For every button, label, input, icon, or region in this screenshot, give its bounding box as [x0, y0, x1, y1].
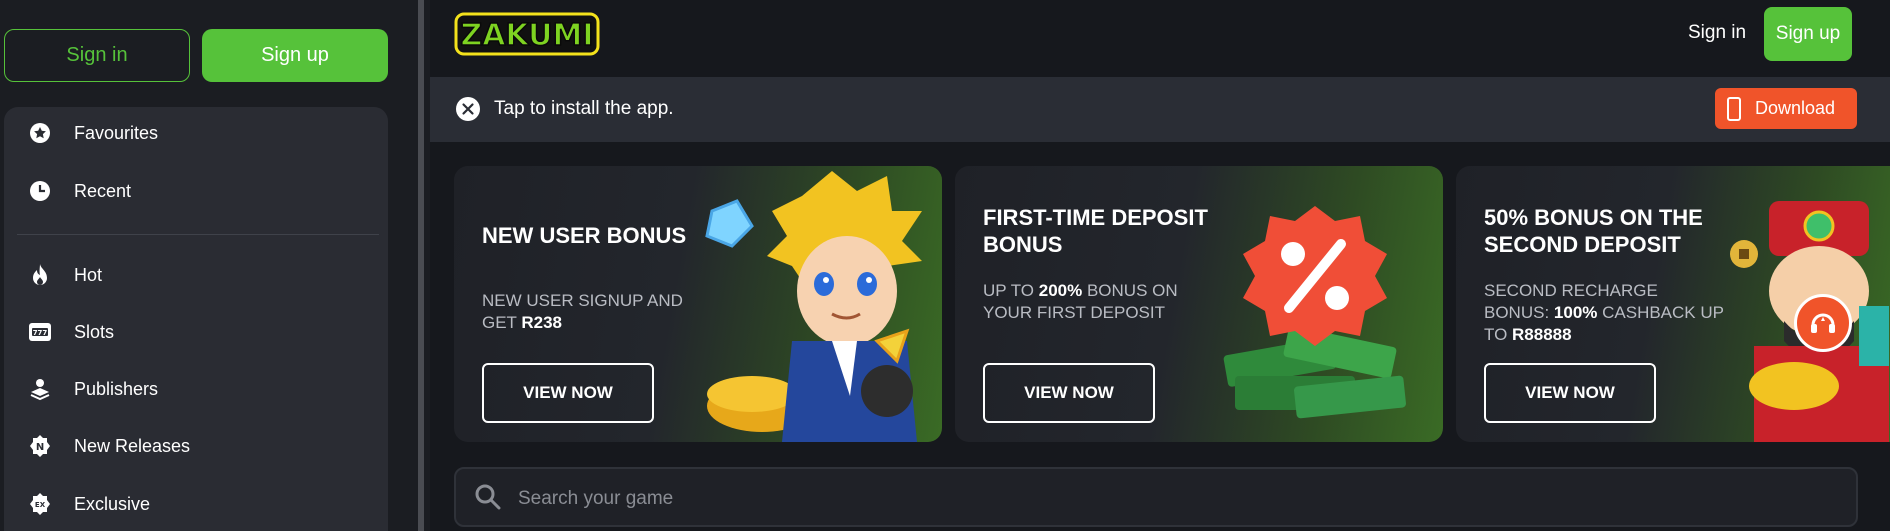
promo-description: NEW USER SIGNUP AND GET R238 [482, 291, 683, 332]
menu-divider [17, 234, 379, 235]
new-badge-icon: N [28, 434, 52, 458]
close-icon[interactable] [456, 97, 480, 121]
top-bar: ZAKUMI Sign in Sign up [430, 0, 1890, 77]
svg-text:ZAKUMI: ZAKUMI [460, 18, 593, 53]
sidebar-item-label: Hot [74, 264, 103, 285]
sidebar-sign-up-button[interactable]: Sign up [202, 29, 388, 82]
slot-machine-icon: 777 [28, 320, 52, 344]
phone-icon [1727, 96, 1741, 121]
sidebar-item-exclusive[interactable]: EX Exclusive [4, 480, 388, 528]
svg-text:EX: EX [35, 501, 46, 509]
headset-icon [1811, 313, 1835, 333]
sidebar-sign-in-button[interactable]: Sign in [4, 29, 190, 82]
promo-title: 50% BONUS ON THE SECOND DEPOSIT [1484, 205, 1703, 257]
promo-card-new-user[interactable]: NEW USER BONUS NEW USER SIGNUP AND GET R… [454, 166, 942, 442]
sidebar-item-publishers[interactable]: Publishers [4, 365, 388, 413]
sidebar-menu: Favourites Recent Hot 777 Slots Publishe… [4, 107, 388, 531]
search-icon [475, 484, 501, 510]
sidebar: Sign in Sign up Favourites Recent Hot 77… [0, 0, 418, 531]
sidebar-item-new-releases[interactable]: N New Releases [4, 422, 388, 470]
sidebar-auth-row: Sign in Sign up [4, 29, 388, 82]
game-search[interactable]: Search your game [454, 467, 1858, 527]
header-sign-in-link[interactable]: Sign in [1688, 22, 1746, 44]
promo-title: FIRST-TIME DEPOSIT BONUS [983, 205, 1208, 257]
app-root: Sign in Sign up Favourites Recent Hot 77… [0, 0, 1890, 531]
customer-support-button[interactable] [1794, 294, 1852, 352]
svg-text:N: N [36, 442, 44, 453]
zakumi-logo[interactable]: ZAKUMI [454, 10, 600, 58]
install-app-banner: Tap to install the app. Download [430, 77, 1890, 142]
promo-card-first-deposit[interactable]: FIRST-TIME DEPOSIT BONUS UP TO 200% BONU… [955, 166, 1443, 442]
star-icon [28, 121, 52, 145]
flame-icon [28, 263, 52, 287]
sidebar-item-label: Favourites [74, 122, 159, 143]
sidebar-item-hot[interactable]: Hot [4, 251, 388, 299]
download-button[interactable]: Download [1715, 88, 1857, 129]
header-sign-up-button[interactable]: Sign up [1764, 7, 1852, 61]
promo-description: UP TO 200% BONUS ON YOUR FIRST DEPOSIT [983, 281, 1178, 322]
promo-description: SECOND RECHARGE BONUS: 100% CASHBACK UP … [1484, 281, 1724, 344]
clock-icon [28, 179, 52, 203]
download-label: Download [1755, 98, 1836, 118]
view-now-button[interactable]: VIEW NOW [1484, 363, 1656, 423]
search-input[interactable]: Search your game [518, 488, 673, 510]
promo-carousel: NEW USER BONUS NEW USER SIGNUP AND GET R… [430, 142, 1890, 457]
sidebar-item-favourites[interactable]: Favourites [4, 109, 388, 157]
install-message: Tap to install the app. [494, 98, 674, 119]
exclusive-badge-icon: EX [28, 492, 52, 516]
sidebar-item-label: New Releases [74, 435, 191, 456]
sidebar-scrollbar[interactable] [418, 0, 424, 531]
publisher-icon [28, 377, 52, 401]
sidebar-item-slots[interactable]: 777 Slots [4, 308, 388, 356]
percent-badge-money-illustration [1223, 206, 1406, 419]
sidebar-item-label: Exclusive [74, 493, 151, 514]
sidebar-item-label: Slots [74, 321, 115, 342]
sidebar-item-label: Recent [74, 180, 132, 201]
sidebar-item-recent[interactable]: Recent [4, 167, 388, 215]
main-content: ZAKUMI Sign in Sign up Tap to install th… [430, 0, 1890, 531]
svg-text:777: 777 [33, 329, 48, 337]
hero-character-illustration [705, 171, 922, 442]
view-now-button[interactable]: VIEW NOW [482, 363, 654, 423]
view-now-button[interactable]: VIEW NOW [983, 363, 1155, 423]
sidebar-item-label: Publishers [74, 378, 159, 399]
